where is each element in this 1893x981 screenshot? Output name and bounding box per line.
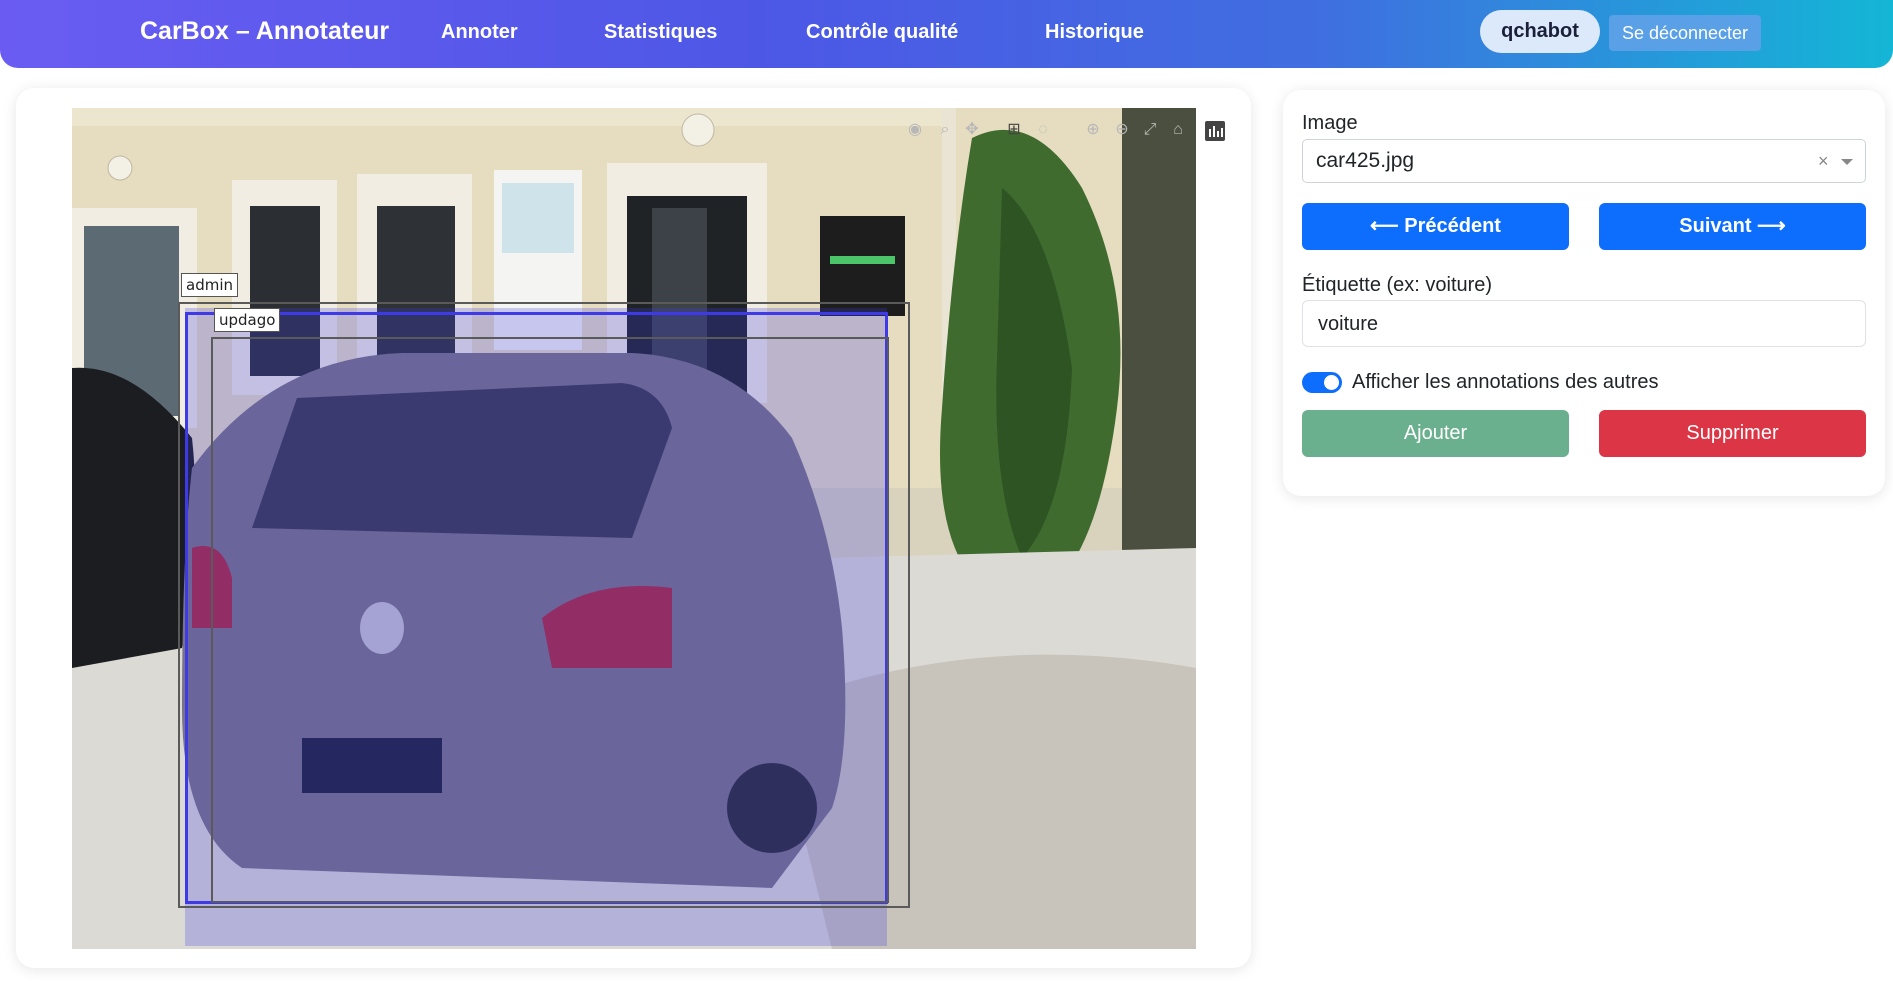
top-navbar: CarBox – Annotateur Annoter Statistiques… bbox=[0, 0, 1893, 68]
autoscale-icon[interactable]: ⤢ bbox=[1140, 120, 1160, 140]
nav-link-historique[interactable]: Historique bbox=[1045, 21, 1144, 44]
nav-link-annoter[interactable]: Annoter bbox=[441, 21, 518, 44]
lasso-icon[interactable]: ◌ bbox=[1033, 120, 1053, 140]
image-label: Image bbox=[1302, 112, 1358, 134]
annotation-box-inner[interactable] bbox=[211, 337, 889, 903]
home-icon[interactable]: ⌂ bbox=[1168, 120, 1188, 140]
clear-icon[interactable]: × bbox=[1818, 151, 1829, 172]
show-others-toggle[interactable] bbox=[1302, 372, 1342, 393]
pan-icon[interactable]: ✥ bbox=[962, 120, 982, 140]
zoom-in-icon[interactable]: ⊕ bbox=[1083, 120, 1103, 140]
annotation-label-admin: admin bbox=[181, 273, 238, 297]
plotly-logo-icon[interactable] bbox=[1205, 121, 1225, 141]
zoom-out-icon[interactable]: ⊖ bbox=[1112, 120, 1132, 140]
camera-icon[interactable]: ◉ bbox=[905, 120, 925, 140]
logout-button[interactable]: Se déconnecter bbox=[1609, 15, 1761, 51]
delete-button[interactable]: Supprimer bbox=[1599, 410, 1866, 457]
zoom-icon[interactable]: ⌕ bbox=[935, 120, 955, 140]
nav-link-statistiques[interactable]: Statistiques bbox=[604, 21, 717, 44]
add-button[interactable]: Ajouter bbox=[1302, 410, 1569, 457]
toggle-knob bbox=[1324, 375, 1339, 390]
annotation-label-updago: updago bbox=[214, 308, 281, 332]
image-select-value: car425.jpg bbox=[1316, 149, 1415, 172]
image-select[interactable]: car425.jpg × bbox=[1302, 139, 1866, 183]
plot-modebar: ◉ ⌕ ✥ ⊞ ◌ ⊕ ⊖ ⤢ ⌂ bbox=[900, 120, 1200, 142]
user-badge: qchabot bbox=[1480, 10, 1600, 53]
box-select-icon[interactable]: ⊞ bbox=[1004, 120, 1024, 140]
tag-label: Étiquette (ex: voiture) bbox=[1302, 274, 1493, 296]
next-button[interactable]: Suivant ⟶ bbox=[1599, 203, 1866, 250]
app-brand[interactable]: CarBox – Annotateur bbox=[140, 17, 389, 46]
tag-input[interactable]: voiture bbox=[1302, 300, 1866, 347]
tag-input-value: voiture bbox=[1318, 313, 1379, 335]
nav-link-controle-qualite[interactable]: Contrôle qualité bbox=[806, 21, 958, 44]
chevron-down-icon[interactable] bbox=[1841, 159, 1853, 165]
show-others-label: Afficher les annotations des autres bbox=[1352, 371, 1659, 393]
previous-button[interactable]: ⟵ Précédent bbox=[1302, 203, 1569, 250]
